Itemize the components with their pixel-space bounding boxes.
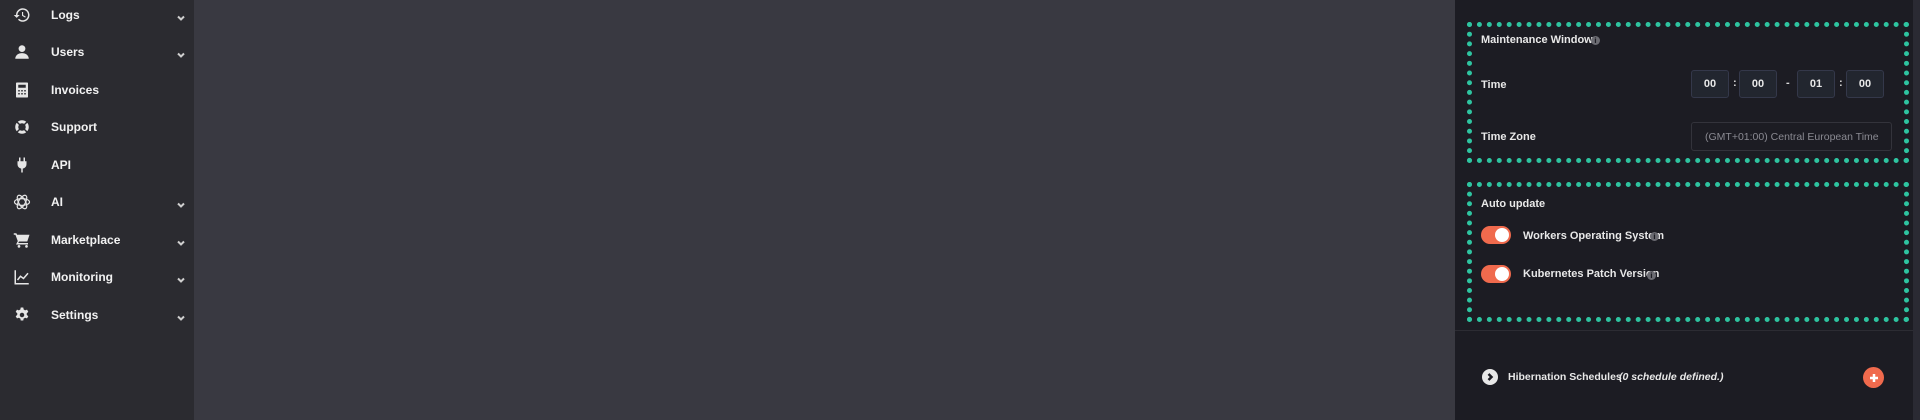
chevron-down-icon — [176, 235, 186, 246]
gear-icon — [13, 306, 31, 324]
main-content — [194, 0, 1455, 420]
sidebar-item-marketplace[interactable]: Marketplace — [0, 221, 194, 258]
chevron-down-icon — [176, 47, 186, 58]
timezone-label: Time Zone — [1481, 131, 1536, 143]
chart-line-icon — [13, 268, 31, 286]
k8s-patch-toggle[interactable] — [1481, 265, 1511, 283]
end-hour-input[interactable]: 01 — [1797, 70, 1835, 98]
sidebar: Logs Users Invoices Support API AI Marke… — [0, 0, 194, 420]
start-hour-input[interactable]: 00 — [1691, 70, 1729, 98]
toggle-knob — [1495, 267, 1509, 281]
sidebar-item-monitoring[interactable]: Monitoring — [0, 258, 194, 295]
add-schedule-button[interactable] — [1863, 367, 1884, 388]
toggle-knob — [1495, 228, 1509, 242]
info-icon[interactable]: i — [1650, 232, 1659, 241]
hibernation-schedules-label[interactable]: Hibernation Schedules — [1508, 371, 1622, 383]
plus-icon — [1869, 373, 1878, 382]
chevron-down-icon — [176, 272, 186, 283]
history-icon — [13, 6, 31, 24]
chevron-down-icon — [176, 10, 186, 21]
sidebar-item-label: Monitoring — [51, 269, 113, 284]
timezone-select[interactable]: (GMT+01:00) Central European Time — [1691, 122, 1892, 151]
cart-icon — [13, 231, 31, 249]
sidebar-item-label: Users — [51, 44, 85, 59]
k8s-patch-label: Kubernetes Patch Version — [1523, 268, 1660, 280]
workers-os-label: Workers Operating System — [1523, 230, 1665, 242]
sidebar-item-invoices[interactable]: Invoices — [0, 71, 194, 108]
info-icon[interactable]: i — [1647, 271, 1656, 280]
calculator-icon — [13, 81, 31, 99]
time-label: Time — [1481, 79, 1507, 91]
chevron-right-icon[interactable] — [1482, 369, 1498, 385]
sidebar-item-api[interactable]: API — [0, 146, 194, 183]
sidebar-item-label: Invoices — [51, 82, 100, 97]
sidebar-item-label: Logs — [51, 7, 80, 22]
info-icon[interactable]: i — [1591, 36, 1600, 45]
sidebar-item-support[interactable]: Support — [0, 108, 194, 145]
time-separator: : — [1733, 77, 1737, 89]
sidebar-item-settings[interactable]: Settings — [0, 296, 194, 333]
start-minute-input[interactable]: 00 — [1739, 70, 1777, 98]
plug-icon — [13, 156, 31, 174]
hibernation-schedules-count: (0 schedule defined.) — [1619, 371, 1724, 383]
sidebar-item-logs[interactable]: Logs — [0, 0, 194, 33]
maintenance-window-title: Maintenance Window — [1481, 34, 1593, 46]
ai-icon — [13, 193, 31, 211]
time-separator: : — [1839, 77, 1843, 89]
sidebar-item-label: Settings — [51, 307, 99, 322]
end-minute-input[interactable]: 00 — [1846, 70, 1884, 98]
user-icon — [13, 43, 31, 61]
sidebar-item-ai[interactable]: AI — [0, 183, 194, 220]
workers-os-toggle[interactable] — [1481, 226, 1511, 244]
auto-update-title: Auto update — [1481, 198, 1546, 210]
sidebar-item-users[interactable]: Users — [0, 33, 194, 70]
sidebar-item-label: AI — [51, 194, 63, 209]
chevron-down-icon — [176, 310, 186, 321]
divider — [1455, 330, 1913, 331]
scrollbar[interactable] — [1913, 0, 1920, 420]
sidebar-item-label: Marketplace — [51, 232, 121, 247]
chevron-down-icon — [176, 197, 186, 208]
sidebar-item-label: Support — [51, 119, 97, 134]
lifebuoy-icon — [13, 118, 31, 136]
sidebar-item-label: API — [51, 157, 72, 172]
range-separator: - — [1786, 77, 1790, 89]
